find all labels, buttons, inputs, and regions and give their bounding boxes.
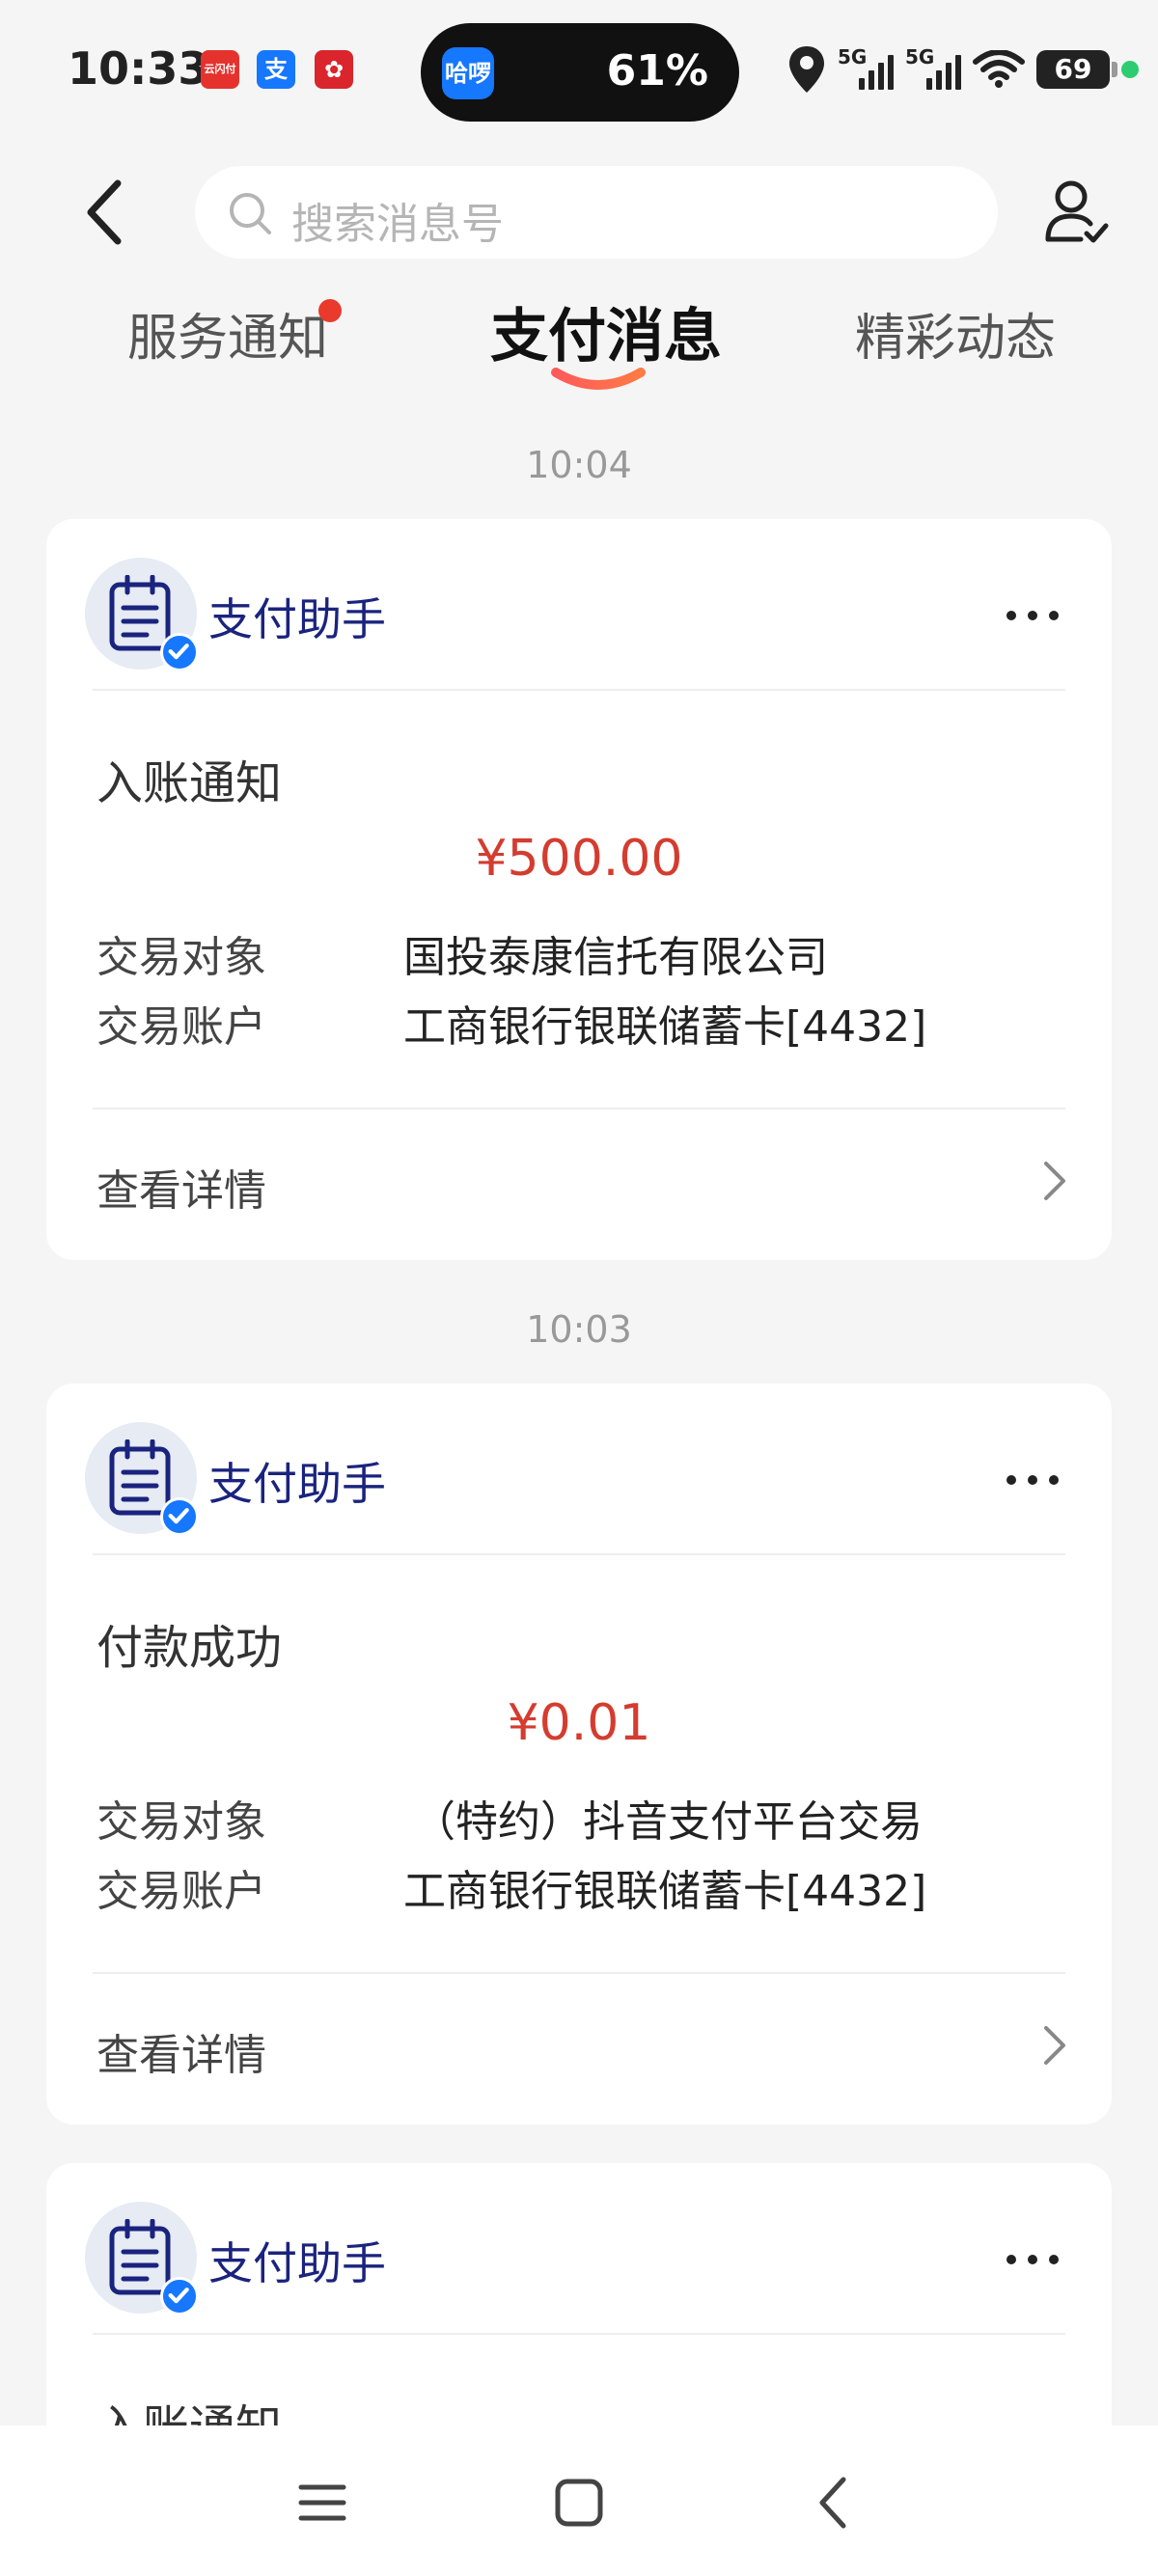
verified-badge-icon	[160, 1497, 199, 1536]
message-title: 入账通知	[96, 756, 283, 810]
sender-name[interactable]: 支付助手	[208, 2229, 386, 2292]
card-divider	[93, 1553, 1065, 1555]
message-card[interactable]: 支付助手 付款成功 ¥0.01 交易对象 （特约）抖音支付平台交易 交易账户 工…	[46, 1384, 1112, 2124]
account-label: 交易账户	[96, 1002, 266, 1052]
search-placeholder: 搜索消息号	[291, 200, 504, 249]
message-timestamp: 10:03	[526, 1308, 632, 1351]
island-battery-text: 61%	[606, 46, 708, 96]
hellobike-icon: 哈啰	[442, 47, 494, 99]
status-right-group: 5G 5G 69	[787, 39, 1139, 100]
verified-badge-icon	[160, 633, 199, 671]
sender-name[interactable]: 支付助手	[208, 585, 386, 648]
location-icon	[789, 46, 824, 93]
contacts-button[interactable]	[1042, 178, 1110, 247]
tab-featured-updates[interactable]: 精彩动态	[855, 297, 1056, 370]
counterparty-value: （特约）抖音支付平台交易	[413, 1797, 923, 1847]
search-icon	[230, 193, 271, 234]
battery-icon: 69	[1036, 50, 1117, 89]
more-options-icon[interactable]	[1004, 596, 1062, 635]
back-nav-icon[interactable]	[797, 2464, 874, 2541]
tab-payment-messages[interactable]: 支付消息	[490, 289, 722, 373]
card-divider	[93, 1972, 1065, 1974]
message-card[interactable]: 支付助手 入账通知 ¥500.00 交易对象 国投泰康信托有限公司 交易账户 工…	[46, 519, 1112, 1260]
account-label: 交易账户	[96, 1867, 266, 1916]
transaction-amount: ¥0.01	[507, 1694, 651, 1752]
status-bar: 10:33 云闪付 支 ✿ 哈啰 61% 5G 5G 69	[0, 0, 1158, 145]
chevron-right-icon[interactable]	[1034, 2022, 1073, 2069]
system-navigation-bar	[0, 2425, 1158, 2576]
sender-avatar[interactable]	[85, 2202, 199, 2316]
transaction-amount: ¥500.00	[475, 830, 683, 888]
active-tab-indicator	[551, 368, 646, 390]
tab-service-notice[interactable]: 服务通知	[127, 297, 328, 370]
wifi-icon	[973, 50, 1025, 88]
home-icon[interactable]	[540, 2464, 618, 2541]
sender-avatar[interactable]	[85, 1422, 199, 1536]
signal-icon-2: 5G	[905, 45, 961, 94]
search-input[interactable]: 搜索消息号	[195, 166, 998, 259]
message-timestamp: 10:04	[526, 444, 632, 486]
yunshanfu-icon: 云闪付	[201, 50, 239, 89]
verified-badge-icon	[160, 2277, 199, 2316]
more-options-icon[interactable]	[1004, 1461, 1062, 1499]
card-divider	[93, 2333, 1065, 2335]
back-button[interactable]	[77, 178, 135, 247]
dynamic-island[interactable]: 哈啰 61%	[421, 23, 739, 122]
more-options-icon[interactable]	[1004, 2240, 1062, 2279]
alipay-icon: 支	[257, 50, 295, 89]
signal-icon-1: 5G	[838, 45, 894, 94]
sender-name[interactable]: 支付助手	[208, 1449, 386, 1513]
tab-unread-badge	[318, 299, 342, 322]
view-details-link[interactable]: 查看详情	[96, 2020, 266, 2082]
card-divider	[93, 1108, 1065, 1110]
counterparty-label: 交易对象	[96, 1797, 266, 1847]
privacy-indicator-dot	[1121, 61, 1139, 78]
message-title: 付款成功	[96, 1621, 283, 1675]
counterparty-value: 国投泰康信托有限公司	[403, 933, 828, 982]
status-time: 10:33	[68, 42, 209, 95]
chevron-right-icon[interactable]	[1034, 1158, 1073, 1204]
account-value: 工商银行银联储蓄卡[4432]	[403, 1002, 927, 1052]
card-divider	[93, 689, 1065, 691]
counterparty-label: 交易对象	[96, 933, 266, 982]
sender-avatar[interactable]	[85, 558, 199, 671]
huawei-icon: ✿	[315, 50, 353, 89]
view-details-link[interactable]: 查看详情	[96, 1156, 266, 1218]
menu-icon[interactable]	[284, 2464, 361, 2541]
account-value: 工商银行银联储蓄卡[4432]	[403, 1867, 927, 1916]
